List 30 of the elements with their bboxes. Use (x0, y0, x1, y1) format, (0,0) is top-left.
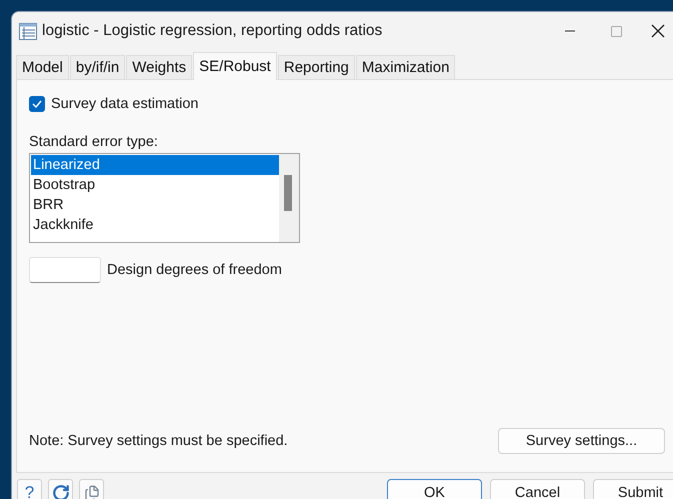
table-icon (19, 22, 37, 40)
help-button[interactable]: ? (17, 479, 42, 499)
checkbox-label: Survey data estimation (51, 96, 198, 112)
check-icon (32, 100, 42, 108)
input-field[interactable] (29, 257, 101, 283)
close-icon[interactable] (651, 24, 665, 38)
dialog-button[interactable]: Cancel (490, 479, 585, 499)
list-item[interactable]: BRR (31, 195, 279, 215)
tab[interactable]: SE/Robust (193, 52, 277, 80)
list-label: Standard error type: (29, 134, 159, 150)
field-label: Design degrees of freedom (107, 262, 282, 278)
checkbox[interactable] (29, 96, 45, 112)
tab[interactable]: Model (16, 55, 69, 79)
refresh-button[interactable] (48, 479, 73, 499)
dialog-button[interactable]: OK (387, 479, 482, 499)
scrollbar-thumb[interactable] (284, 175, 292, 211)
tab[interactable]: by/if/in (70, 55, 126, 79)
note-text: Note: Survey settings must be specified. (29, 433, 288, 449)
list-item[interactable]: Bootstrap (31, 175, 279, 195)
scrollbar[interactable] (279, 154, 299, 242)
list-box[interactable]: Linearized Bootstrap BRR Jackknife (29, 153, 300, 243)
tab[interactable]: Reporting (278, 55, 355, 79)
list-item[interactable]: Jackknife (31, 215, 279, 235)
dialog-button[interactable]: Submit (593, 479, 673, 499)
copy-button[interactable] (79, 479, 104, 499)
tab[interactable]: Weights (126, 55, 192, 79)
list-item[interactable]: Linearized (31, 155, 279, 175)
tab[interactable]: Maximization (356, 55, 456, 79)
window-title: logistic - Logistic regression, reporting odds ratios (42, 22, 382, 40)
survey-settings-button[interactable]: Survey settings... (498, 428, 665, 454)
